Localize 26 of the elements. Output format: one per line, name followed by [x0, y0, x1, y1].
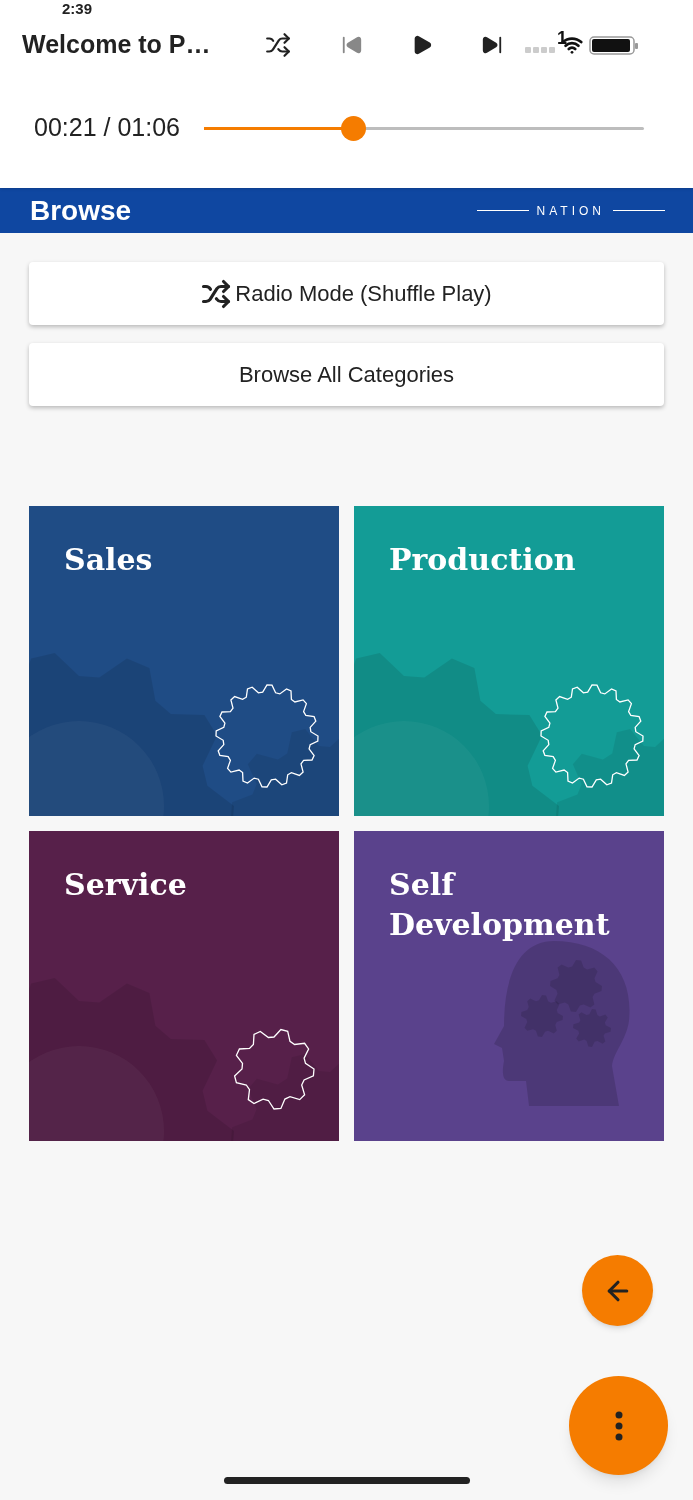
more-icon [614, 1410, 623, 1441]
gear-outline-icon [232, 1027, 316, 1111]
shuffle-button[interactable] [265, 32, 291, 58]
shuffle-icon [201, 278, 232, 309]
playback-time: 00:21 / 01:06 [34, 112, 180, 144]
radio-mode-button[interactable]: Radio Mode (Shuffle Play) [29, 262, 664, 325]
logo-text: NATION [536, 204, 605, 217]
back-button[interactable] [582, 1255, 653, 1326]
category-tile[interactable]: Service [29, 831, 339, 1141]
tile-title: Sales [64, 541, 154, 579]
battery-icon [589, 34, 641, 56]
gear-outline-icon [540, 684, 644, 788]
category-tile[interactable]: Sales [29, 506, 339, 816]
browse-categories-button[interactable]: Browse All Categories [29, 343, 664, 406]
track-title: Welcome to P… [22, 29, 211, 61]
category-tile[interactable]: Self Development [354, 831, 664, 1141]
tile-title: Self Development [389, 866, 611, 944]
signal-dots-icon [525, 46, 557, 54]
slider-thumb[interactable] [341, 115, 367, 141]
progress-slider[interactable] [203, 115, 644, 141]
tile-title: Service [64, 866, 188, 904]
page-title: Browse [30, 196, 132, 225]
status-time: 2:39 [62, 0, 93, 20]
gear-outline-icon [215, 684, 319, 788]
next-button[interactable] [481, 34, 503, 56]
tile-title: Production [389, 541, 577, 579]
